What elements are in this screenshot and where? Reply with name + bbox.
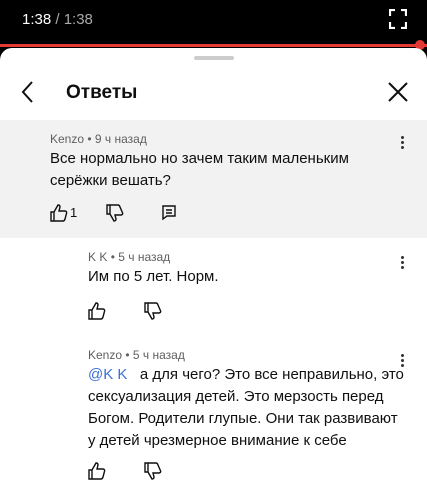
thumbs-up-icon[interactable] <box>88 462 106 480</box>
sheet-title: Ответы <box>66 82 138 103</box>
more-vertical-icon[interactable] <box>395 134 409 154</box>
comment-meta: K K • 5 ч назад <box>88 250 170 264</box>
thumbs-up-icon[interactable] <box>88 302 106 320</box>
like-count: 1 <box>70 205 78 220</box>
comment-text-line: @K K а для чего? Это все неправильно, эт… <box>88 364 404 386</box>
comment-meta: Kenzo • 5 ч назад <box>88 348 185 362</box>
comment-text-line: Все нормально но зачем таким маленьким <box>50 150 349 167</box>
fullscreen-icon[interactable] <box>389 9 407 29</box>
comment-age: • 5 ч назад <box>110 250 171 264</box>
comment-text-line: у детей чрезмерное внимание к себе <box>88 432 347 449</box>
comment-text-line: серёжки вешать? <box>50 172 171 189</box>
thumbs-up-icon[interactable] <box>50 204 68 222</box>
drag-handle[interactable] <box>194 56 234 60</box>
comment-age: • 5 ч назад <box>125 348 185 362</box>
comment-text-line: сексуализация детей. Это мерзость перед <box>88 388 384 405</box>
comment-author[interactable]: Kenzo <box>88 348 122 362</box>
thumbs-down-icon[interactable] <box>144 302 162 320</box>
comment-text: Все нормально но зачем таким маленьким с… <box>50 148 349 192</box>
parent-comment: Kenzo • 9 ч назад Все нормально но зачем… <box>0 120 427 238</box>
more-vertical-icon[interactable] <box>395 254 409 274</box>
close-icon[interactable] <box>387 81 409 103</box>
comment-text-segment: а для чего? Это все неправильно, это <box>139 366 404 383</box>
comment-meta: Kenzo • 9 ч назад <box>50 132 147 146</box>
comment-author[interactable]: K K <box>88 250 107 264</box>
comment-author[interactable]: Kenzo <box>50 132 84 146</box>
playback-time: 1:38 / 1:38 <box>22 11 93 28</box>
video-progress-bar[interactable] <box>0 44 427 47</box>
comment-text: @K K а для чего? Это все неправильно, эт… <box>88 364 404 452</box>
reply-icon[interactable] <box>160 204 178 222</box>
video-player-bar: 1:38 / 1:38 <box>0 0 427 44</box>
comment-text: Им по 5 лет. Норм. <box>88 268 219 285</box>
thumbs-down-icon[interactable] <box>106 204 124 222</box>
duration: / 1:38 <box>55 11 93 28</box>
comment-text-line: Богом. Родители глупые. Они так развиваю… <box>88 410 398 427</box>
current-time: 1:38 <box>22 11 52 28</box>
back-arrow-icon[interactable] <box>16 78 40 106</box>
user-mention[interactable]: @K K <box>88 366 127 383</box>
thumbs-down-icon[interactable] <box>144 462 162 480</box>
replies-sheet: Ответы Kenzo • 9 ч назад Все нормально н… <box>0 48 427 500</box>
comment-age: • 9 ч назад <box>87 132 147 146</box>
